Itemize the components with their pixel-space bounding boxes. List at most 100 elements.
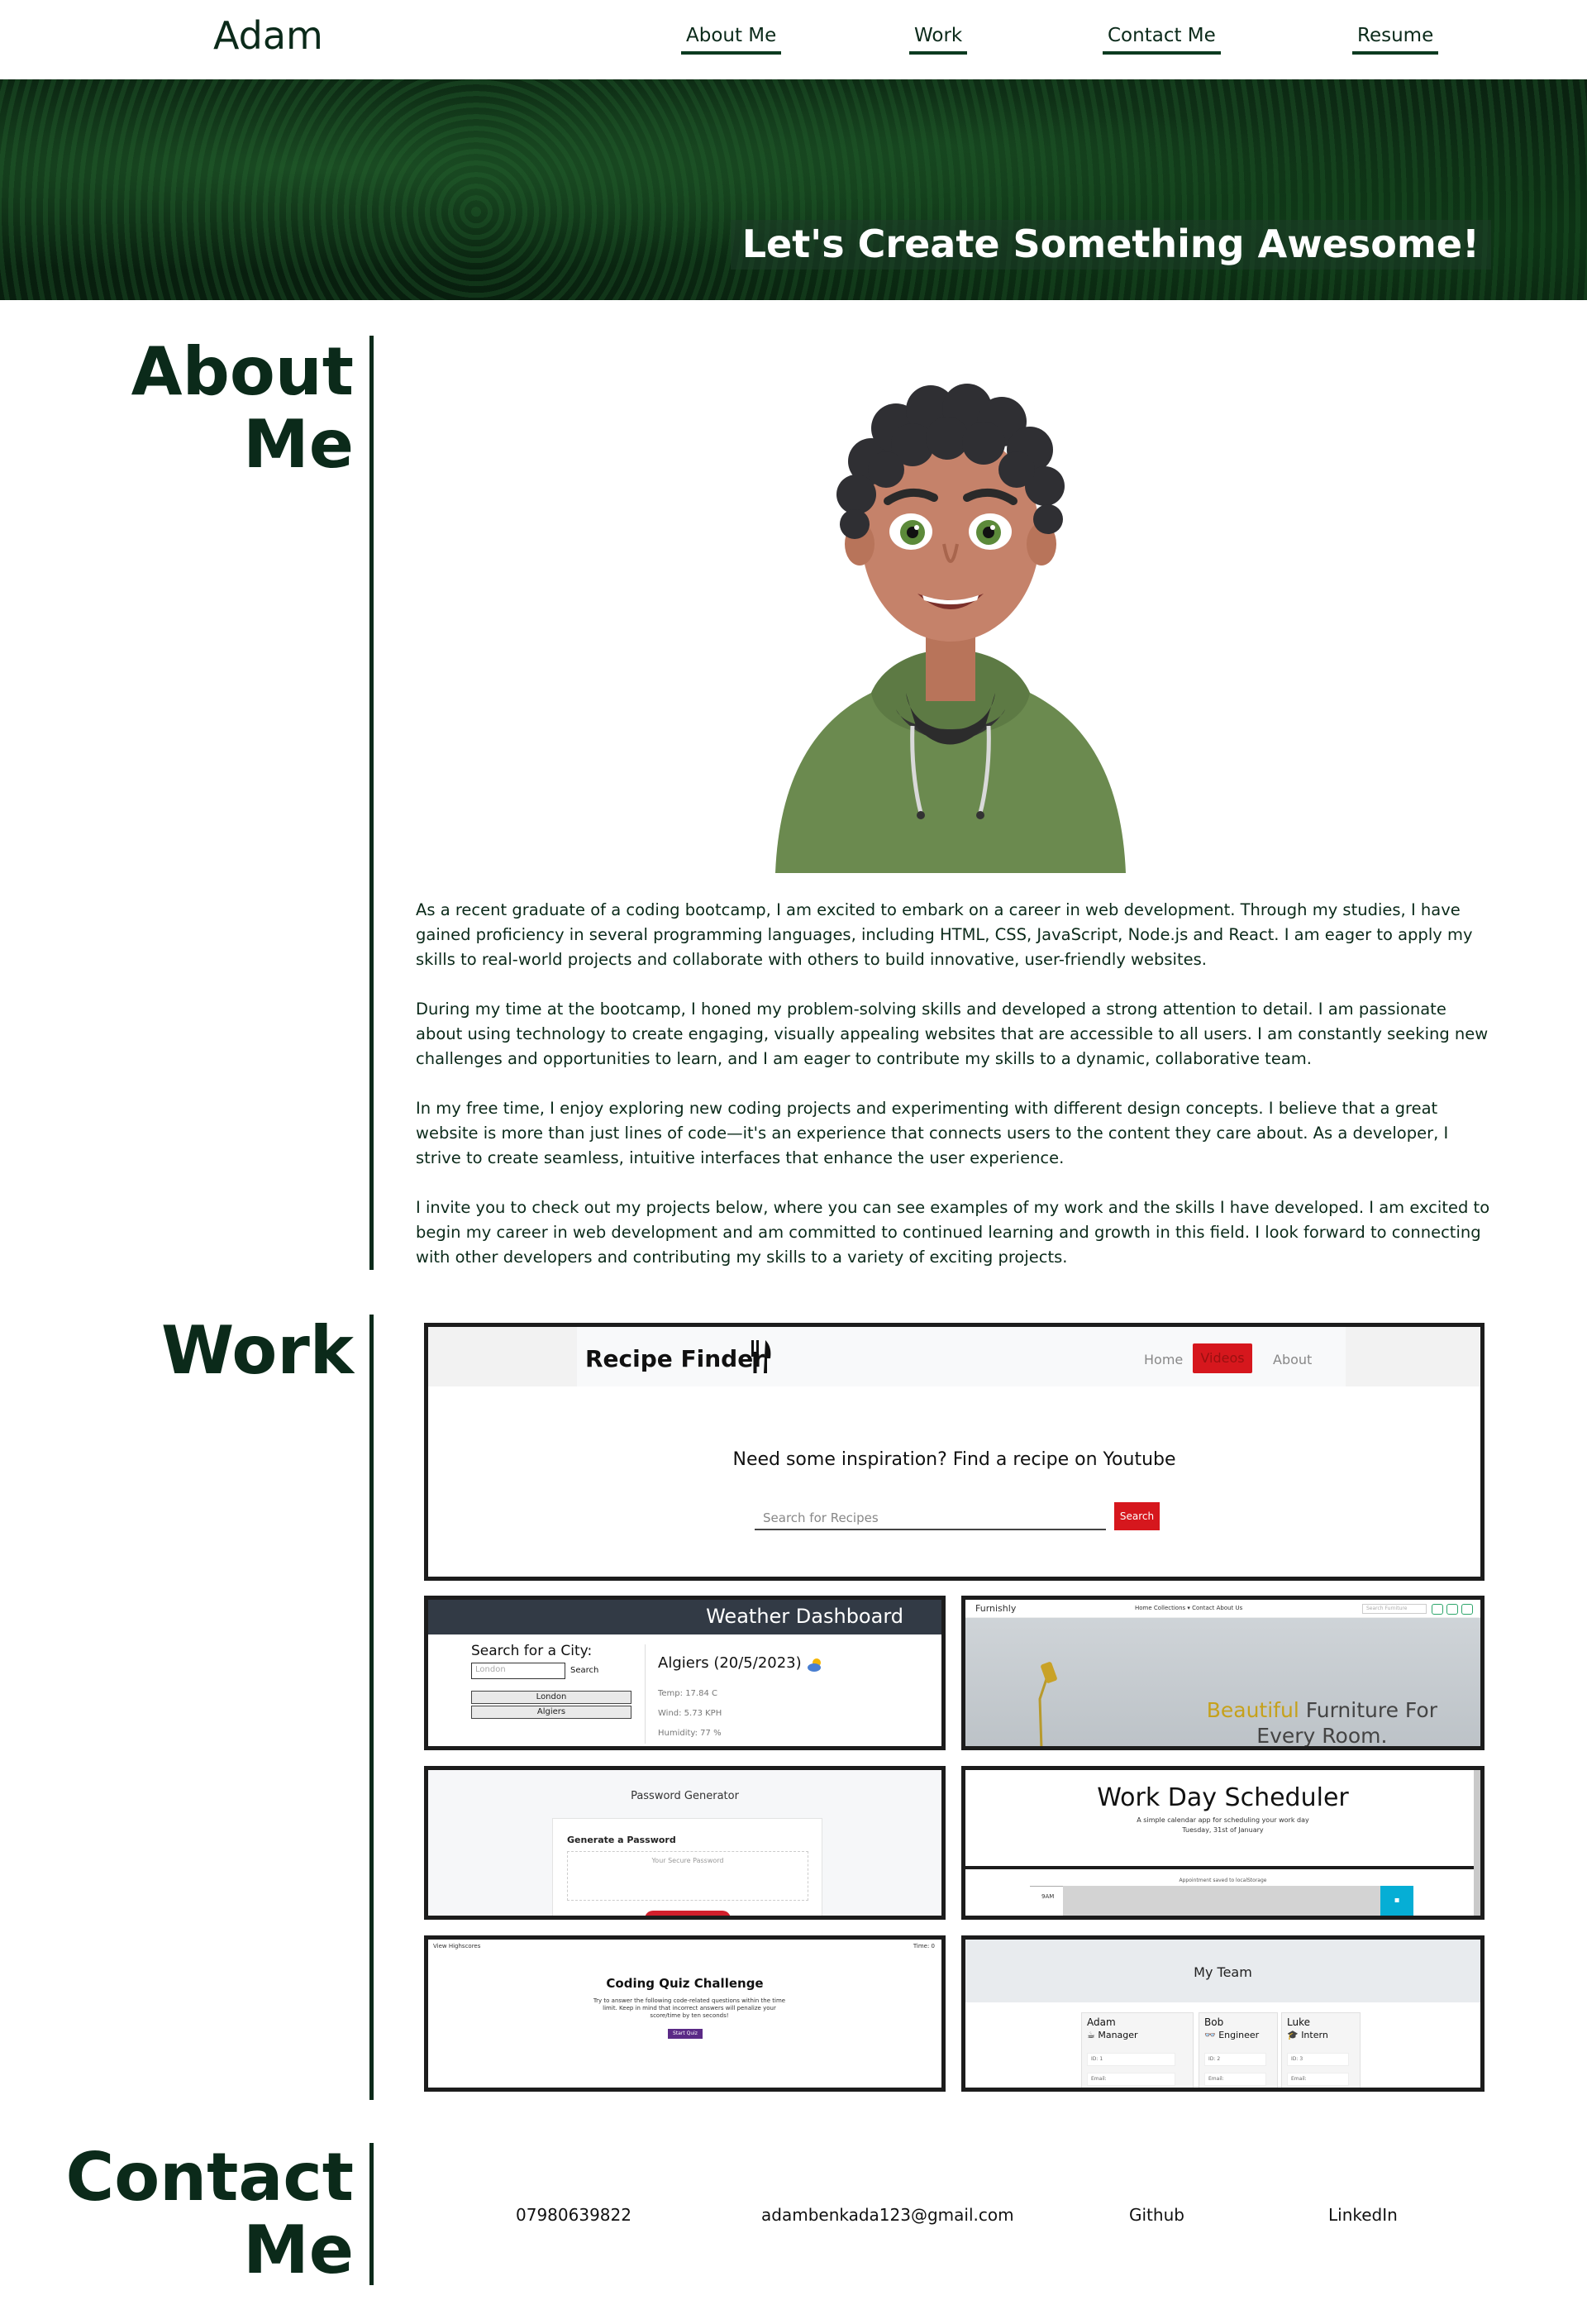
furnishly-headline-line2: Every Room. (1256, 1724, 1388, 1748)
site-brand[interactable]: Adam (213, 13, 323, 58)
user-icon (1446, 1604, 1458, 1615)
project-card-furnishly[interactable]: Furnishly Home Collections ▾ Contact Abo… (961, 1596, 1485, 1750)
nav-about-me[interactable]: About Me (681, 25, 782, 55)
furnishly-search: Search Furniture (1362, 1604, 1427, 1614)
contact-linkedin-link[interactable]: LinkedIn (1328, 2205, 1398, 2225)
team-member-name: Adam (1087, 2016, 1116, 2028)
team-member-email: Email: adambenkada123@gmail.com (1087, 2073, 1176, 2086)
about-text: As a recent graduate of a coding bootcam… (416, 898, 1490, 1295)
contact-email[interactable]: adambenkada123@gmail.com (761, 2205, 1014, 2225)
about-paragraph: During my time at the bootcamp, I honed … (416, 1000, 1489, 1068)
about-paragraph: I invite you to check out my projects be… (416, 1198, 1490, 1267)
team-member-role: ☕ Manager (1087, 2030, 1138, 2040)
furnishly-headline-rest: Furniture For (1305, 1698, 1437, 1722)
furnishly-headline: Beautiful Furniture For Every Room. (1206, 1697, 1437, 1748)
hero-banner: Let's Create Something Awesome! (0, 79, 1587, 300)
about-paragraph: As a recent graduate of a coding bootcam… (416, 900, 1473, 969)
scheduler-textarea (1063, 1886, 1380, 1916)
recipe-search-input: Search for Recipes (755, 1506, 1106, 1530)
quiz-title: Coding Quiz Challenge (606, 1976, 764, 1991)
team-member-email: Email: bob@gmail.com (1204, 2073, 1267, 2086)
about-paragraph: In my free time, I enjoy exploring new c… (416, 1099, 1449, 1167)
scheduler-date: Tuesday, 31st of January (1182, 1826, 1264, 1834)
avatar (775, 384, 1126, 873)
about-divider (369, 336, 374, 1270)
save-icon: ▪ (1380, 1886, 1413, 1916)
team-member-role: 🎓 Intern (1287, 2030, 1328, 2040)
site-header: Adam About Me Work Contact Me Resume (0, 0, 1587, 79)
team-member-name: Bob (1204, 2016, 1224, 2028)
recipe-nav-videos: Videos (1193, 1343, 1252, 1373)
team-member-card: Luke 🎓 Intern ID: 3 Email: luke@gmail.co… (1281, 2012, 1361, 2088)
project-card-coding-quiz[interactable]: View Highscores Time: 0 Coding Quiz Chal… (424, 1935, 946, 2092)
work-title: Work (160, 1312, 354, 1389)
scheduler-title: Work Day Scheduler (1097, 1783, 1349, 1812)
weather-divider (645, 1644, 646, 1744)
work-divider (369, 1315, 374, 2100)
scheduler-rule (965, 1866, 1480, 1869)
recipe-search-button: Search (1114, 1502, 1160, 1530)
about-title-line2: Me (243, 406, 354, 483)
search-icon (1432, 1604, 1443, 1615)
contact-phone[interactable]: 07980639822 (516, 2205, 631, 2225)
scheduler-hour: 9AM (1030, 1886, 1063, 1916)
quiz-timer: Time: 0 (913, 1943, 935, 1949)
weather-humidity: Humidity: 77 % (658, 1729, 722, 1738)
team-member-card: Adam ☕ Manager ID: 1 Email: adambenkada1… (1081, 2012, 1194, 2088)
team-member-id: ID: 3 (1287, 2053, 1350, 2066)
hero-caption: Let's Create Something Awesome! (730, 220, 1491, 270)
recipe-nav-about: About (1273, 1352, 1313, 1367)
team-member-id: ID: 1 (1087, 2053, 1176, 2066)
team-title: My Team (1194, 1964, 1252, 1980)
password-subtitle: Generate a Password (567, 1835, 676, 1845)
contact-title: Contact Me (65, 2141, 354, 2287)
nav-work[interactable]: Work (909, 25, 968, 55)
weather-cloud-icon (808, 1658, 821, 1672)
weather-city-input: London (471, 1663, 565, 1679)
scheduler-scrollbar (1474, 1770, 1480, 1916)
about-title-line1: About (131, 333, 354, 410)
team-member-id: ID: 2 (1204, 2053, 1267, 2066)
cart-icon (1461, 1604, 1473, 1615)
scheduler-subtitle: A simple calendar app for scheduling you… (1137, 1816, 1309, 1824)
team-member-card: Bob 👓 Engineer ID: 2 Email: bob@gmail.co… (1199, 2012, 1278, 2088)
password-title: Password Generator (631, 1790, 739, 1802)
contact-divider (369, 2143, 374, 2285)
project-card-recipe-finder[interactable]: Recipe Finder Home Videos About Need som… (424, 1323, 1485, 1581)
weather-search-button: Search (570, 1666, 599, 1675)
project-card-password-generator[interactable]: Password Generator Generate a Password Y… (424, 1766, 946, 1920)
weather-history-city: Algiers (471, 1706, 631, 1719)
project-card-work-day-scheduler[interactable]: Work Day Scheduler A simple calendar app… (961, 1766, 1485, 1920)
weather-history-city: London (471, 1691, 631, 1704)
lamp-illustration (1038, 1662, 1057, 1746)
weather-temp: Temp: 17.84 C (658, 1689, 717, 1698)
nav-contact-me[interactable]: Contact Me (1103, 25, 1221, 55)
team-member-name: Luke (1287, 2016, 1310, 2028)
contact-github-link[interactable]: Github (1129, 2205, 1184, 2225)
scheduler-note: Appointment saved to localStorage (1179, 1878, 1267, 1883)
contact-title-line1: Contact (65, 2139, 354, 2216)
furnishly-links: Home Collections ▾ Contact About Us (1135, 1605, 1243, 1611)
furnishly-headline-accent: Beautiful (1206, 1698, 1299, 1722)
project-card-my-team[interactable]: My Team Adam ☕ Manager ID: 1 Email: adam… (961, 1935, 1485, 2092)
quiz-start-button: Start Quiz (668, 2029, 703, 2039)
weather-title: Weather Dashboard (706, 1605, 903, 1628)
contact-title-line2: Me (243, 2212, 354, 2288)
password-generate-button (645, 1911, 731, 1916)
quiz-description: Try to answer the following code-related… (593, 1997, 786, 2019)
team-member-role: 👓 Engineer (1204, 2030, 1260, 2040)
project-card-weather-dashboard[interactable]: Weather Dashboard Search for a City: Lon… (424, 1596, 946, 1750)
team-member-email: Email: luke@gmail.com (1287, 2073, 1350, 2086)
nav-resume[interactable]: Resume (1352, 25, 1439, 55)
furnishly-brand: Furnishly (975, 1603, 1017, 1614)
fork-knife-icon (751, 1340, 771, 1373)
quiz-highscores-link: View Highscores (433, 1943, 481, 1949)
recipe-nav-home: Home (1144, 1352, 1184, 1367)
about-title: About Me (131, 336, 354, 481)
recipe-brand: Recipe Finder (585, 1345, 765, 1372)
password-output: Your Secure Password (567, 1851, 808, 1901)
weather-place: Algiers (20/5/2023) (658, 1654, 802, 1672)
weather-search-label: Search for a City: (471, 1643, 593, 1659)
weather-wind: Wind: 5.73 KPH (658, 1709, 722, 1718)
recipe-heading: Need some inspiration? Find a recipe on … (732, 1449, 1176, 1470)
